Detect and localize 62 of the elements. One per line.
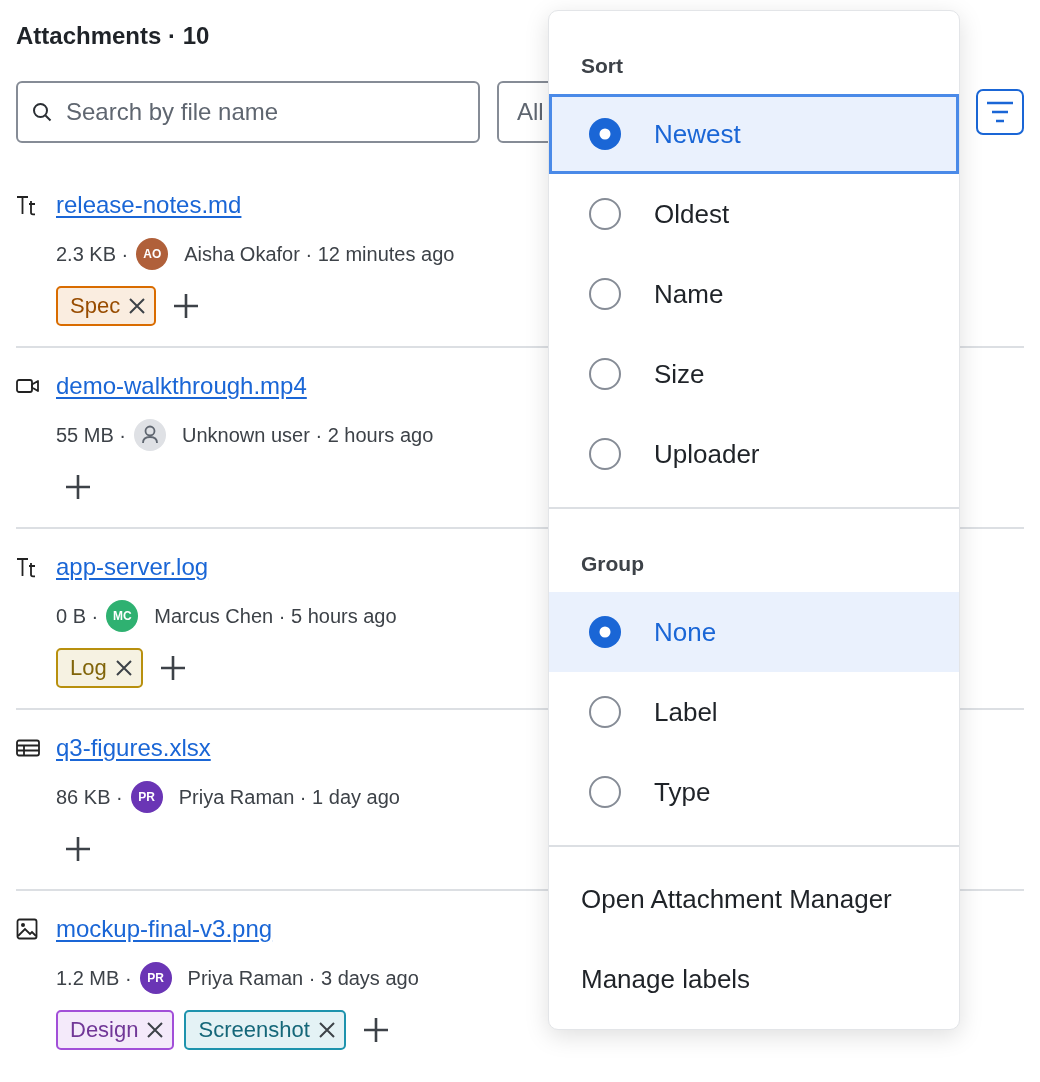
radio-icon — [589, 358, 621, 390]
add-label-button[interactable] — [361, 1016, 390, 1044]
file-link[interactable]: q3-figures.xlsx — [56, 734, 211, 762]
add-label-button[interactable] — [64, 473, 92, 501]
file-size: 1.2 MB · — [56, 966, 132, 990]
menu-action[interactable]: Open Attachment Manager — [549, 859, 959, 939]
remove-label-button[interactable] — [114, 659, 133, 677]
radio-icon — [589, 198, 621, 230]
file-link[interactable]: app-server.log — [56, 553, 209, 581]
sort-filter-button[interactable] — [976, 89, 1024, 135]
radio-icon — [589, 776, 621, 808]
menu-option[interactable]: Oldest — [549, 174, 959, 254]
file-link[interactable]: demo-walkthrough.mp4 — [56, 372, 307, 400]
upload-info: Unknown user · 2 hours ago — [182, 423, 434, 447]
upload-info: Aisha Okafor · 12 minutes ago — [184, 242, 455, 266]
file-link[interactable]: mockup-final-v3.png — [56, 915, 273, 943]
section-heading: Sort — [581, 54, 624, 78]
user-avatar: MC — [106, 600, 139, 632]
menu-option[interactable]: Label — [549, 672, 959, 752]
menu-option[interactable]: Name — [549, 254, 959, 334]
file-link[interactable]: release-notes.md — [56, 191, 242, 219]
file-size: 86 KB · — [56, 785, 123, 809]
menu-option[interactable]: Newest — [549, 94, 959, 174]
search-input[interactable]: Search by file name — [64, 97, 464, 127]
filter-icon — [986, 101, 1014, 123]
image-icon — [16, 918, 38, 940]
menu-option[interactable]: Size — [549, 334, 959, 414]
tag-label: Screenshot — [198, 1017, 310, 1043]
menu-option[interactable]: Type — [549, 752, 959, 832]
tag-label: Design — [70, 1017, 139, 1043]
remove-label-button[interactable] — [146, 1021, 165, 1039]
user-avatar: PR — [130, 781, 163, 813]
add-label-button[interactable] — [158, 654, 187, 682]
search-field[interactable]: Search by file name — [16, 81, 480, 143]
file-size: 2.3 KB · — [56, 242, 129, 266]
menu-action[interactable]: Manage labels — [549, 939, 959, 1019]
user-avatar: PR — [139, 962, 172, 994]
menu-option[interactable]: Uploader — [549, 414, 959, 494]
radio-selected-icon — [589, 118, 621, 150]
panel-title: Attachments · 10 — [16, 21, 211, 51]
remove-label-button[interactable] — [128, 297, 147, 315]
video-camera-icon — [16, 378, 40, 394]
tag-label: Log — [70, 655, 107, 681]
upload-info: Priya Raman · 1 day ago — [178, 785, 400, 809]
upload-info: Marcus Chen · 5 hours ago — [154, 604, 397, 628]
section-heading: Group — [581, 552, 645, 576]
user-placeholder-icon — [134, 419, 167, 451]
search-icon — [32, 102, 52, 122]
radio-icon — [589, 696, 621, 728]
file-size: 0 B · — [56, 604, 99, 628]
add-label-button[interactable] — [64, 835, 92, 863]
radio-icon — [589, 438, 621, 470]
user-avatar: AO — [136, 238, 169, 270]
remove-label-button[interactable] — [317, 1021, 336, 1039]
file-size: 55 MB · — [56, 423, 127, 447]
tag-label: Spec — [70, 293, 121, 319]
menu-option[interactable]: None — [549, 592, 959, 672]
radio-selected-icon — [589, 616, 621, 648]
table-icon — [16, 739, 40, 757]
add-label-button[interactable] — [172, 292, 201, 320]
upload-info: Priya Raman · 3 days ago — [187, 966, 419, 990]
radio-icon — [589, 278, 621, 310]
